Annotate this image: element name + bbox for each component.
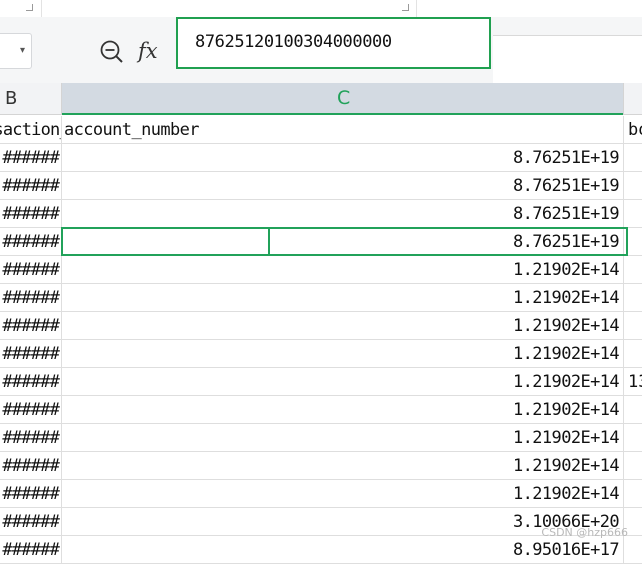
cell[interactable]: 8.76251E+19 [62, 228, 623, 256]
group-launcher-icon[interactable] [26, 4, 33, 11]
cell[interactable]: 1.21902E+14 [62, 312, 623, 340]
table-row: nsaction_date account_number bo [0, 116, 642, 144]
cell[interactable]: 1.21902E+14 [62, 340, 623, 368]
cell[interactable]: nsaction_date [0, 116, 62, 144]
cell[interactable] [623, 172, 642, 200]
ribbon-strip [0, 0, 642, 18]
zoom-out-icon[interactable] [99, 39, 125, 65]
cell[interactable] [623, 312, 642, 340]
cell[interactable]: 1.21902E+14 [62, 424, 623, 452]
cell[interactable]: 1.21902E+14 [62, 480, 623, 508]
cell[interactable]: ###### [0, 396, 62, 424]
cell[interactable]: ###### [0, 256, 62, 284]
fx-button[interactable]: fx [138, 37, 158, 65]
column-header-label: B [5, 88, 18, 109]
cell[interactable]: ###### [0, 480, 62, 508]
cell[interactable]: 3.10066E+20 [62, 508, 623, 536]
column-header-c[interactable]: C [62, 83, 623, 115]
cell[interactable]: 1.21902E+14 [62, 256, 623, 284]
cell[interactable]: 8.76251E+19 [62, 172, 623, 200]
formula-input[interactable]: 87625120100304000000 [176, 17, 491, 69]
cell[interactable] [623, 144, 642, 172]
cell[interactable] [623, 396, 642, 424]
cell[interactable]: ###### [0, 508, 62, 536]
table-row: ###### 8.76251E+19 [0, 200, 642, 228]
formula-bar: ▾ fx 87625120100304000000 [0, 17, 642, 87]
cell[interactable]: ###### [0, 452, 62, 480]
cell[interactable] [623, 340, 642, 368]
cell[interactable] [623, 256, 642, 284]
cell[interactable]: ###### [0, 340, 62, 368]
column-header-b[interactable]: B [0, 83, 62, 115]
cell[interactable]: bo [623, 116, 642, 144]
ribbon-divider [41, 0, 42, 17]
cell[interactable]: 13 [623, 368, 642, 396]
watermark: CSDN @hzp666 [541, 526, 628, 539]
table-row: ###### 8.76251E+19 [0, 172, 642, 200]
table-row: ###### 1.21902E+14 [0, 340, 642, 368]
table-row: ###### 1.21902E+14 [0, 312, 642, 340]
table-row: ###### 1.21902E+14 [0, 284, 642, 312]
formula-input-extension[interactable] [493, 35, 642, 87]
cell[interactable]: ###### [0, 172, 62, 200]
table-row: ###### 8.76251E+19 [0, 228, 642, 256]
cell[interactable]: ###### [0, 536, 62, 564]
cell[interactable]: ###### [0, 144, 62, 172]
cell[interactable]: account_number [62, 116, 623, 144]
cell[interactable]: 8.76251E+19 [62, 200, 623, 228]
cell[interactable]: ###### [0, 424, 62, 452]
cell[interactable]: 1.21902E+14 [62, 396, 623, 424]
cell[interactable]: ###### [0, 284, 62, 312]
cell[interactable]: 1.21902E+14 [62, 452, 623, 480]
cell[interactable] [623, 480, 642, 508]
cell[interactable] [623, 200, 642, 228]
cell[interactable]: 8.95016E+17 [62, 536, 623, 564]
column-header-label: C [337, 87, 351, 109]
cell[interactable]: 1.21902E+14 [62, 284, 623, 312]
column-header-d[interactable] [623, 83, 642, 115]
cell[interactable] [623, 536, 642, 564]
table-row: ###### 1.21902E+14 [0, 480, 642, 508]
cell[interactable]: 1.21902E+14 [62, 368, 623, 396]
table-row: ###### 1.21902E+14 [0, 424, 642, 452]
cell[interactable] [623, 452, 642, 480]
name-box[interactable]: ▾ [0, 33, 32, 69]
cell[interactable] [623, 424, 642, 452]
cell[interactable] [623, 228, 642, 256]
table-row: ###### 8.95016E+17 [0, 536, 642, 564]
chevron-down-icon[interactable]: ▾ [20, 46, 25, 56]
cell[interactable]: ###### [0, 312, 62, 340]
table-row: ###### 8.76251E+19 [0, 144, 642, 172]
formula-value: 87625120100304000000 [195, 32, 392, 52]
cell[interactable]: ###### [0, 200, 62, 228]
table-row: ###### 1.21902E+14 [0, 256, 642, 284]
table-row: ###### 1.21902E+14 [0, 452, 642, 480]
spreadsheet-grid: nsaction_date account_number bo ###### 8… [0, 116, 642, 564]
cell[interactable]: ###### [0, 368, 62, 396]
cell[interactable]: ###### [0, 228, 62, 256]
cell[interactable]: 8.76251E+19 [62, 144, 623, 172]
table-row: ###### 1.21902E+14 13 [0, 368, 642, 396]
group-launcher-icon[interactable] [402, 4, 409, 11]
ribbon-divider [416, 0, 417, 17]
cell[interactable] [623, 284, 642, 312]
table-row: ###### 1.21902E+14 [0, 396, 642, 424]
